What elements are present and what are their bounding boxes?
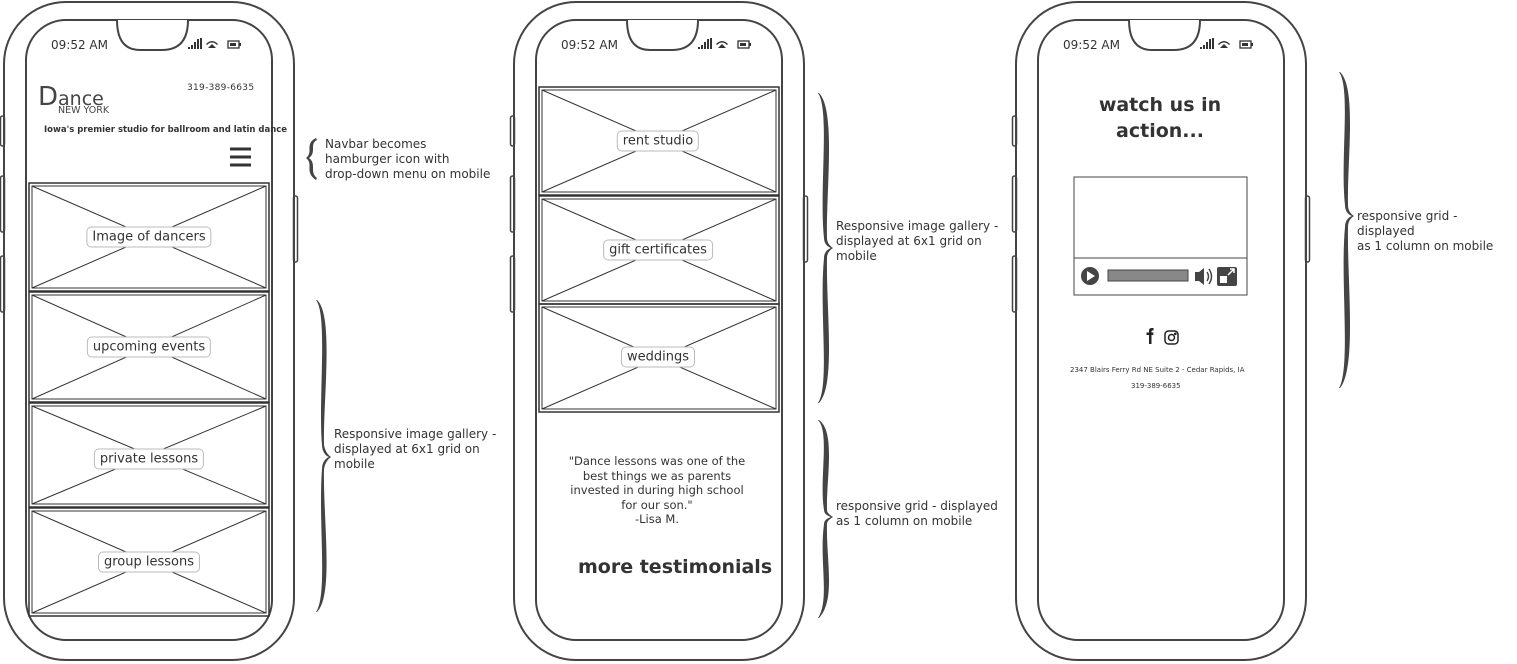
annotation-line: responsive grid - displayed [1357,209,1458,238]
footer-address: 2347 Blairs Ferry Rd NE Suite 2 - Cedar … [1070,366,1245,374]
brace-grid-3 [1339,72,1354,388]
gallery-label-gift-certificates[interactable]: gift certificates [603,239,713,261]
testimonial-author: -Lisa M. [634,512,680,526]
brace-grid-2 [818,420,833,618]
testimonial-line: "Dance lessons was one of the [568,454,746,468]
brace-gallery-2 [818,93,833,403]
instagram-icon[interactable] [1164,330,1179,345]
hamburger-icon[interactable] [230,147,251,167]
gallery-label-group-lessons[interactable]: group lessons [97,551,201,573]
annotation-line: drop-down menu on mobile [325,167,491,181]
status-time: 09:52 AM [51,38,108,52]
tagline: Iowa's premier studio for ballroom and l… [44,125,288,135]
header-phone[interactable]: 319-389-6635 [187,83,254,93]
gallery-label-private-lessons[interactable]: private lessons [93,448,205,470]
logo-initial: D [38,82,59,112]
annotation-line: displayed at 6x1 grid on [836,234,982,248]
annotation-line: Responsive image gallery - [334,427,497,441]
volume-icon[interactable] [1195,268,1213,285]
play-icon[interactable] [1081,267,1099,285]
logo-subtitle: NEW YORK [58,105,110,116]
video-player[interactable] [1073,176,1248,296]
gallery-label-rent-studio[interactable]: rent studio [616,130,700,152]
annotation-line: mobile [334,457,375,471]
fullscreen-icon[interactable] [1217,267,1237,286]
footer-phone: 319-389-6635 [1131,382,1181,390]
annotation-line: mobile [836,249,877,263]
annotation-line: displayed at 6x1 grid on [334,442,480,456]
status-time: 09:52 AM [561,38,618,52]
annotation-line: as 1 column on mobile [836,514,973,528]
annotation-line: hamburger icon with [325,152,450,166]
status-time: 09:52 AM [1063,38,1120,52]
annotation-grid-3: responsive grid - displayed as 1 column … [1357,209,1517,254]
annotation-line: responsive grid - displayed [836,499,998,513]
annotation-gallery-2: Responsive image gallery - displayed at … [836,219,998,264]
watch-title: watch us in action... [1098,94,1222,142]
annotation-grid-2: responsive grid - displayed as 1 column … [836,499,998,529]
testimonial-line: best things we as parents [582,468,732,483]
more-testimonials-link[interactable]: more testimonials [578,556,772,578]
gallery-label-events[interactable]: upcoming events [86,336,212,358]
annotation-line: Responsive image gallery - [836,219,999,233]
brace-gallery-1 [316,300,331,612]
gallery-label-weddings[interactable]: weddings [620,346,696,368]
annotation-navbar: Navbar becomes hamburger icon with drop-… [325,137,490,182]
video-progress-bar[interactable] [1107,269,1189,282]
testimonial-line: for our son." [621,497,693,512]
annotation-gallery-1: Responsive image gallery - displayed at … [334,427,496,472]
gallery-label-dancers[interactable]: Image of dancers [86,226,212,248]
annotation-line: as 1 column on mobile [1357,239,1494,253]
testimonial: "Dance lessons was one of the best thing… [557,454,757,527]
testimonial-line: invested in during high school [570,483,744,497]
brace-navbar [306,138,317,180]
facebook-icon[interactable] [1146,328,1154,344]
annotation-line: Navbar becomes [325,137,427,151]
